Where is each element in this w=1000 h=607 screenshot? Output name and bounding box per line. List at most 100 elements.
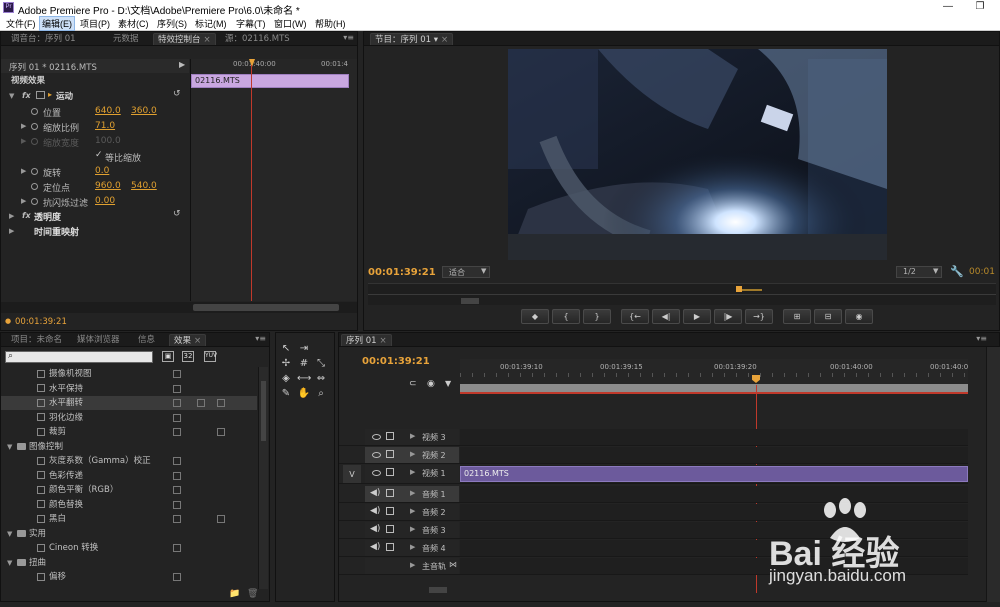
stopwatch-icon[interactable] bbox=[31, 168, 38, 175]
checkbox-checked-icon[interactable]: ✓ bbox=[95, 150, 103, 160]
expand-triangle-icon[interactable]: ▶ bbox=[410, 507, 415, 515]
eye-icon[interactable] bbox=[372, 452, 381, 458]
expand-triangle-icon[interactable]: ▶ bbox=[9, 227, 14, 235]
effect-item[interactable]: 颜色替换 bbox=[1, 498, 257, 512]
lock-icon[interactable] bbox=[386, 450, 394, 458]
effect-item[interactable]: 摄像机视图 bbox=[1, 367, 257, 381]
expand-triangle-icon[interactable]: ▶ bbox=[410, 525, 415, 533]
lock-icon[interactable] bbox=[386, 525, 394, 533]
resolution-dropdown[interactable]: 1/2 ▼ bbox=[896, 266, 942, 278]
32bit-effects-icon[interactable]: 32 bbox=[182, 351, 194, 362]
rotation-value[interactable]: 0.0 bbox=[95, 166, 109, 176]
expand-triangle-icon[interactable]: ▶ bbox=[410, 450, 415, 458]
collapse-triangle-icon[interactable]: ▼ bbox=[7, 556, 12, 570]
effect-item[interactable]: 水平翻转 bbox=[1, 396, 257, 410]
playhead-handle[interactable] bbox=[752, 375, 760, 383]
expand-arrow-icon[interactable]: ▶ bbox=[179, 60, 185, 69]
track-header[interactable]: ▶ 视频 1 bbox=[365, 465, 459, 483]
rolling-edit-tool-icon[interactable]: # bbox=[297, 357, 311, 371]
effect-item[interactable]: 色彩传递 bbox=[1, 469, 257, 483]
effect-item[interactable]: 灰度系数（Gamma）校正 bbox=[1, 454, 257, 468]
stopwatch-icon[interactable] bbox=[31, 108, 38, 115]
rate-stretch-tool-icon[interactable]: ⤡ bbox=[314, 357, 328, 371]
monitor-scrubber[interactable] bbox=[368, 283, 996, 305]
slip-tool-icon[interactable]: ⟷ bbox=[297, 372, 311, 386]
go-to-out-button[interactable]: →} bbox=[745, 309, 773, 324]
motion-transform-icon[interactable] bbox=[36, 91, 45, 99]
effect-folder[interactable]: ▼ 扭曲 bbox=[1, 556, 257, 570]
speaker-icon[interactable]: ◀) bbox=[370, 506, 380, 516]
clip-bar[interactable]: 02116.MTS bbox=[191, 74, 349, 88]
wrench-icon[interactable]: 🔧 bbox=[950, 265, 964, 278]
add-marker-icon[interactable]: ◉ bbox=[427, 379, 435, 389]
menu-project[interactable]: 项目(P) bbox=[78, 17, 112, 30]
stopwatch-icon[interactable] bbox=[31, 123, 38, 130]
horizontal-scrollbar[interactable] bbox=[1, 302, 357, 313]
zoom-dropdown[interactable]: 适合 ▼ bbox=[442, 266, 490, 278]
expand-triangle-icon[interactable]: ▶ bbox=[9, 212, 14, 220]
step-forward-button[interactable]: |▶ bbox=[714, 309, 742, 324]
panel-menu-icon[interactable]: ▾≡ bbox=[255, 334, 266, 343]
close-icon[interactable]: × bbox=[380, 336, 387, 346]
track-header[interactable]: ▶ 视频 3 bbox=[365, 429, 459, 445]
stopwatch-icon[interactable] bbox=[31, 198, 38, 205]
lock-icon[interactable] bbox=[386, 507, 394, 515]
collapse-triangle-icon[interactable]: ▼ bbox=[9, 92, 14, 100]
close-icon[interactable]: × bbox=[441, 35, 448, 45]
extract-button[interactable]: ⊟ bbox=[814, 309, 842, 324]
close-icon[interactable]: × bbox=[194, 336, 201, 346]
reset-icon[interactable]: ↺ bbox=[173, 89, 181, 99]
collapse-triangle-icon[interactable]: ▼ bbox=[7, 440, 12, 454]
source-patch[interactable]: V bbox=[343, 465, 361, 483]
track-content[interactable]: 02116.MTS bbox=[460, 465, 968, 483]
collapse-triangle-icon[interactable]: ▼ bbox=[7, 527, 12, 541]
stopwatch-icon[interactable] bbox=[31, 183, 38, 190]
expand-triangle-icon[interactable]: ▶ bbox=[21, 167, 26, 175]
accelerated-effects-icon[interactable]: ▣ bbox=[162, 351, 174, 362]
track-header[interactable]: ◀) ▶ 音频 4 bbox=[365, 540, 459, 556]
effect-item[interactable]: 颜色平衡（RGB） bbox=[1, 483, 257, 497]
master-output-icon[interactable]: ⋈ bbox=[449, 560, 457, 569]
menu-clip[interactable]: 素材(C) bbox=[116, 17, 151, 30]
lock-icon[interactable] bbox=[386, 489, 394, 497]
minimize-button[interactable]: — bbox=[940, 1, 956, 15]
track-header[interactable]: ▶ 视频 2 bbox=[365, 447, 459, 463]
effect-item[interactable]: Cineon 转换 bbox=[1, 541, 257, 555]
video-clip[interactable]: 02116.MTS bbox=[460, 466, 968, 482]
track-content[interactable] bbox=[460, 429, 968, 445]
mini-timeline[interactable]: 00:01:40:00 00:01:4 02116.MTS bbox=[190, 59, 357, 301]
expand-triangle-icon[interactable]: ▶ bbox=[410, 543, 415, 551]
track-select-tool-icon[interactable]: ⇥ bbox=[297, 342, 311, 356]
tab-source[interactable]: 源：02116.MTS bbox=[221, 33, 294, 45]
menu-marker[interactable]: 标记(M) bbox=[193, 17, 229, 30]
tab-effect-controls[interactable]: 特效控制台 × bbox=[153, 33, 216, 45]
new-folder-icon[interactable]: 📁 bbox=[229, 589, 240, 599]
vertical-scrollbar[interactable] bbox=[986, 347, 1000, 602]
time-remap-row[interactable]: ▶ 时间重映射 bbox=[1, 224, 189, 239]
effect-folder[interactable]: ▼ 图像控制 bbox=[1, 440, 257, 454]
expand-triangle-icon[interactable]: ▶ bbox=[410, 561, 415, 569]
time-ruler[interactable]: 00:01:39:10 00:01:39:15 00:01:39:20 00:0… bbox=[460, 359, 968, 394]
zoom-scroll-thumb[interactable] bbox=[429, 587, 447, 593]
position-y-value[interactable]: 360.0 bbox=[131, 106, 157, 116]
speaker-icon[interactable]: ◀) bbox=[370, 488, 380, 498]
go-to-in-button[interactable]: {← bbox=[621, 309, 649, 324]
tab-metadata[interactable]: 元数据 bbox=[109, 33, 143, 45]
effect-item[interactable]: 偏移 bbox=[1, 570, 257, 584]
yuv-effects-icon[interactable]: YUV bbox=[204, 351, 217, 362]
expand-triangle-icon[interactable]: ▶ bbox=[410, 468, 415, 476]
pen-tool-icon[interactable]: ✎ bbox=[279, 387, 293, 401]
menu-window[interactable]: 窗口(W) bbox=[272, 17, 309, 30]
panel-menu-icon[interactable]: ▾≡ bbox=[343, 33, 354, 42]
opacity-row[interactable]: ▶ fx 透明度 ↺ bbox=[1, 209, 189, 224]
scrollbar-thumb[interactable] bbox=[193, 304, 339, 311]
restore-button[interactable]: ❐ bbox=[972, 1, 988, 15]
expand-triangle-icon[interactable]: ▶ bbox=[21, 197, 26, 205]
tab-media-browser[interactable]: 媒体浏览器 bbox=[73, 334, 124, 346]
zoom-tool-icon[interactable]: ⌕ bbox=[314, 387, 328, 401]
effect-item[interactable]: 裁剪 bbox=[1, 425, 257, 439]
search-input[interactable]: ⌕ bbox=[5, 351, 153, 363]
vertical-scrollbar[interactable] bbox=[258, 367, 268, 589]
flicker-value[interactable]: 0.00 bbox=[95, 196, 115, 206]
export-frame-button[interactable]: ◉ bbox=[845, 309, 873, 324]
